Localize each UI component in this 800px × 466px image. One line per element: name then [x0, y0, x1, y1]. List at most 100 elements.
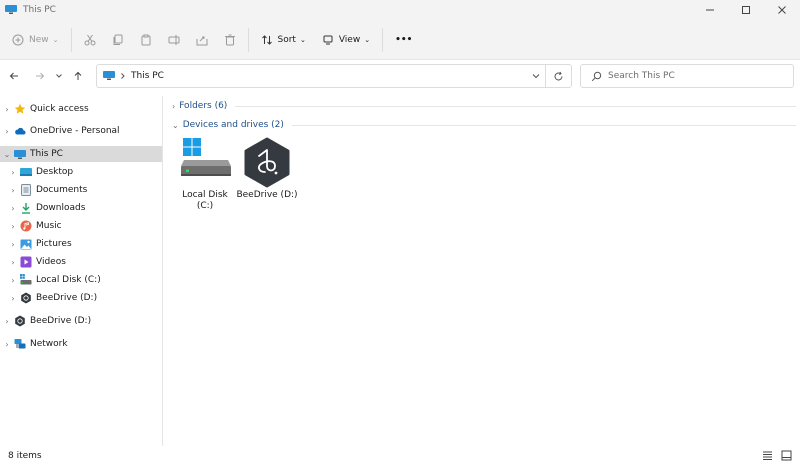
rename-button[interactable]	[160, 26, 188, 54]
chevron-right-icon[interactable]: ›	[2, 317, 12, 326]
computer-icon	[103, 71, 115, 80]
back-button[interactable]	[3, 65, 25, 87]
share-button[interactable]	[188, 26, 216, 54]
chevron-down-icon[interactable]: ⌄	[172, 121, 179, 130]
nav-item-label: Videos	[36, 257, 66, 267]
nav-item-music[interactable]: › Music	[0, 218, 162, 234]
beedrive-drive-icon	[241, 136, 293, 188]
divider	[235, 105, 796, 107]
nav-item-network[interactable]: › Network	[0, 336, 162, 352]
nav-item-beedrive[interactable]: › BeeDrive (D:)	[0, 313, 162, 329]
view-button[interactable]: View ⌄	[314, 26, 378, 54]
copy-button[interactable]	[104, 26, 132, 54]
divider	[382, 27, 384, 52]
sort-button[interactable]: Sort ⌄	[253, 26, 314, 54]
chevron-right-icon[interactable]: ›	[8, 258, 18, 267]
nav-item-label: This PC	[30, 149, 63, 159]
chevron-down-icon	[56, 74, 62, 78]
beedrive-icon	[14, 315, 26, 327]
close-icon	[778, 6, 786, 14]
scissors-icon	[84, 34, 96, 45]
chevron-right-icon[interactable]: ›	[8, 222, 18, 231]
chevron-down-icon: ⌄	[299, 35, 306, 44]
chevron-right-icon[interactable]: ›	[172, 102, 175, 111]
drive-tile-local-disk[interactable]: Local Disk (C:)	[174, 136, 236, 212]
computer-icon	[14, 148, 26, 160]
copy-icon	[113, 34, 123, 45]
nav-item-onedrive[interactable]: › OneDrive - Personal	[0, 123, 162, 139]
chevron-right-icon[interactable]: ›	[2, 340, 12, 349]
chevron-right-icon[interactable]: ›	[2, 127, 12, 136]
arrow-left-icon	[9, 72, 18, 80]
documents-icon	[20, 184, 32, 196]
nav-item-beedrive-nested[interactable]: › BeeDrive (D:)	[0, 290, 162, 306]
refresh-button[interactable]	[545, 65, 571, 87]
nav-item-pictures[interactable]: › Pictures	[0, 236, 162, 252]
group-header-folders[interactable]: › Folders (6)	[172, 98, 796, 114]
chevron-right-icon[interactable]: ›	[8, 204, 18, 213]
cut-button[interactable]	[76, 26, 104, 54]
computer-icon	[5, 5, 17, 15]
window-title: This PC	[23, 5, 56, 15]
chevron-down-icon[interactable]: ⌄	[2, 150, 12, 159]
arrow-right-icon	[36, 72, 45, 80]
music-icon	[20, 220, 32, 232]
nav-item-documents[interactable]: › Documents	[0, 182, 162, 198]
download-icon	[20, 202, 32, 214]
new-label: New	[29, 34, 49, 45]
group-header-label: Devices and drives (2)	[182, 120, 284, 130]
nav-item-this-pc[interactable]: ⌄ This PC	[0, 146, 162, 162]
desktop-folder-icon	[20, 166, 32, 178]
chevron-right-icon[interactable]: ›	[2, 105, 12, 114]
command-bar: New ⌄ Sort ⌄ View ⌄ •••	[0, 20, 800, 60]
view-label: View	[338, 34, 361, 45]
chevron-right-icon[interactable]: ›	[8, 168, 18, 177]
title-bar: This PC	[0, 0, 800, 20]
nav-item-downloads[interactable]: › Downloads	[0, 200, 162, 216]
address-bar[interactable]: This PC	[96, 64, 572, 88]
beedrive-icon	[20, 292, 32, 304]
nav-item-label: BeeDrive (D:)	[36, 293, 98, 303]
forward-button[interactable]	[29, 65, 51, 87]
drive-tile-beedrive[interactable]: BeeDrive (D:)	[236, 136, 298, 201]
search-box[interactable]	[580, 64, 794, 88]
nav-item-quick-access[interactable]: › Quick access	[0, 101, 162, 117]
chevron-right-icon[interactable]: ›	[8, 186, 18, 195]
plus-circle-icon	[12, 34, 24, 45]
more-options-button[interactable]: •••	[387, 26, 420, 54]
minimize-button[interactable]	[692, 0, 728, 20]
group-header-label: Folders (6)	[179, 101, 228, 111]
details-view-icon	[763, 451, 772, 460]
star-icon	[14, 103, 26, 115]
large-icons-view-button[interactable]	[781, 450, 792, 464]
address-history-dropdown[interactable]	[531, 71, 541, 84]
search-input[interactable]	[608, 71, 788, 81]
divider	[247, 27, 249, 52]
group-header-devices[interactable]: ⌄ Devices and drives (2)	[172, 117, 796, 133]
close-button[interactable]	[764, 0, 800, 20]
nav-item-label: Documents	[36, 185, 88, 195]
refresh-icon	[554, 71, 563, 80]
details-view-button[interactable]	[762, 450, 773, 464]
address-location[interactable]: This PC	[131, 71, 164, 81]
new-button[interactable]: New ⌄	[4, 26, 67, 54]
navigation-pane: › Quick access › OneDrive - Personal ⌄ T…	[0, 96, 163, 446]
chevron-right-icon[interactable]: ›	[8, 276, 18, 285]
nav-item-videos[interactable]: › Videos	[0, 254, 162, 270]
rename-icon	[168, 34, 180, 45]
sort-icon	[261, 34, 272, 45]
nav-item-desktop[interactable]: › Desktop	[0, 164, 162, 180]
up-button[interactable]	[67, 65, 89, 87]
delete-button[interactable]	[216, 26, 244, 54]
view-toggles	[762, 450, 792, 464]
nav-item-label: Local Disk (C:)	[36, 275, 101, 285]
network-icon	[14, 338, 26, 350]
local-disk-drive-icon	[179, 136, 231, 188]
paste-button[interactable]	[132, 26, 160, 54]
chevron-right-icon[interactable]: ›	[8, 240, 18, 249]
nav-item-local-disk[interactable]: › Local Disk (C:)	[0, 272, 162, 288]
maximize-button[interactable]	[728, 0, 764, 20]
chevron-right-icon[interactable]: ›	[8, 294, 18, 303]
recent-locations-button[interactable]	[51, 65, 67, 87]
clipboard-icon	[141, 34, 151, 45]
